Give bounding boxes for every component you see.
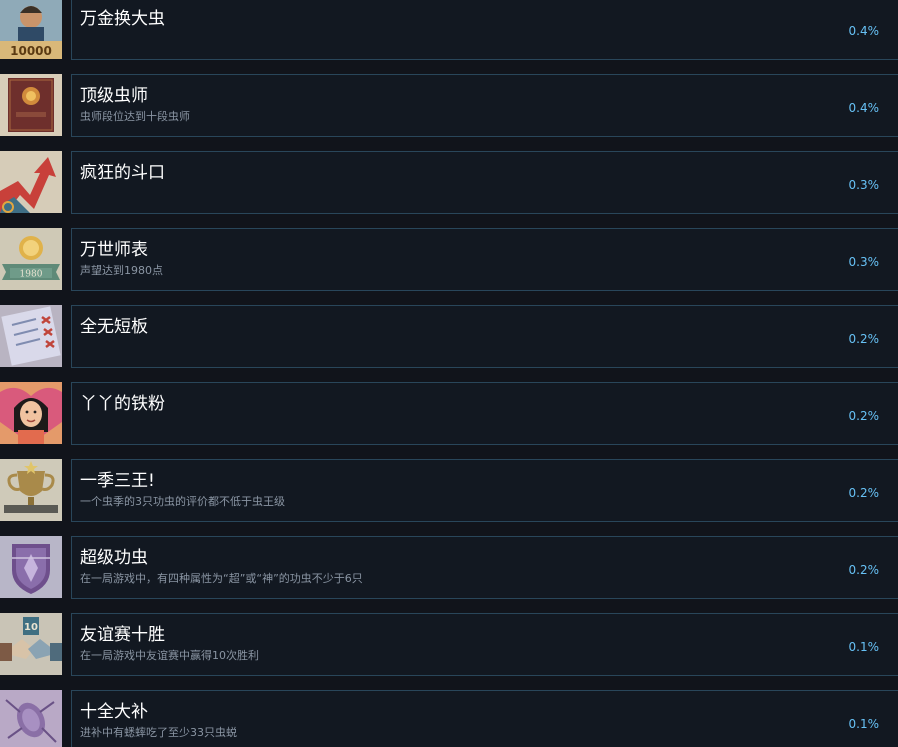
achievement-panel: 全无短板 0.2%: [71, 305, 898, 368]
achievement-description: 声望达到1980点: [80, 264, 163, 277]
svg-text:10: 10: [24, 622, 38, 633]
achievement-row[interactable]: 超级功虫 在一局游戏中，有四种属性为“超”或“神”的功虫不少于6只 0.2%: [0, 536, 898, 599]
achievement-row[interactable]: 十全大补 进补中有蟋蟀吃了至少33只虫蜕 0.1%: [0, 690, 898, 747]
achievement-description: 在一局游戏中友谊赛中赢得10次胜利: [80, 649, 259, 662]
achievement-row[interactable]: 一季三王! 一个虫季的3只功虫的评价都不低于虫王级 0.2%: [0, 459, 898, 522]
achievement-panel: 十全大补 进补中有蟋蟀吃了至少33只虫蜕 0.1%: [71, 690, 898, 747]
achievement-panel: 一季三王! 一个虫季的3只功虫的评价都不低于虫王级 0.2%: [71, 459, 898, 522]
achievement-panel: 万世师表 声望达到1980点 0.3%: [71, 228, 898, 291]
achievement-unlock-percent: 0.4%: [848, 24, 880, 38]
achievement-title: 十全大补: [80, 702, 148, 722]
achievement-panel: 丫丫的铁粉 0.2%: [71, 382, 898, 445]
achievement-description: 在一局游戏中，有四种属性为“超”或“神”的功虫不少于6只: [80, 572, 363, 585]
achievement-title: 万金换大虫: [80, 9, 165, 29]
achievement-description: 进补中有蟋蟀吃了至少33只虫蜕: [80, 726, 237, 739]
achievement-title: 超级功虫: [80, 548, 148, 568]
achievement-unlock-percent: 0.2%: [848, 332, 880, 346]
trophy-icon: [0, 459, 62, 521]
achievement-row[interactable]: 1980 万世师表 声望达到1980点 0.3%: [0, 228, 898, 291]
rising-arrow-icon: [0, 151, 62, 213]
achievement-unlock-percent: 0.3%: [848, 255, 880, 269]
achievement-panel: 万金换大虫 0.4%: [71, 0, 898, 60]
achievement-list: 10000 万金换大虫 0.4% 顶级虫师 虫师段位达到十段虫师 0.4% 疯狂…: [0, 0, 898, 747]
girl-portrait-icon: [0, 382, 62, 444]
svg-text:1980: 1980: [20, 270, 43, 280]
checklist-icon: [0, 305, 62, 367]
achievement-panel: 友谊赛十胜 在一局游戏中友谊赛中赢得10次胜利 0.1%: [71, 613, 898, 676]
shield-crest-icon: [0, 536, 62, 598]
achievement-row[interactable]: 顶级虫师 虫师段位达到十段虫师 0.4%: [0, 74, 898, 137]
achievement-row[interactable]: 疯狂的斗口 0.3%: [0, 151, 898, 214]
book-icon: [0, 74, 62, 136]
achievement-description: 虫师段位达到十段虫师: [80, 110, 190, 123]
achievement-unlock-percent: 0.1%: [848, 640, 880, 654]
achievement-description: 一个虫季的3只功虫的评价都不低于虫王级: [80, 495, 285, 508]
achievement-title: 丫丫的铁粉: [80, 394, 165, 414]
medal-ribbon-icon: 1980: [0, 228, 62, 290]
svg-text:10000: 10000: [10, 44, 52, 58]
achievement-unlock-percent: 0.4%: [848, 101, 880, 115]
achievement-unlock-percent: 0.1%: [848, 717, 880, 731]
achievement-title: 顶级虫师: [80, 86, 148, 106]
achievement-row[interactable]: 丫丫的铁粉 0.2%: [0, 382, 898, 445]
achievement-panel: 顶级虫师 虫师段位达到十段虫师 0.4%: [71, 74, 898, 137]
handshake-icon: 10: [0, 613, 62, 675]
achievement-unlock-percent: 0.2%: [848, 409, 880, 423]
achievement-title: 疯狂的斗口: [80, 163, 165, 183]
achievement-row[interactable]: 10 友谊赛十胜 在一局游戏中友谊赛中赢得10次胜利 0.1%: [0, 613, 898, 676]
achievement-panel: 超级功虫 在一局游戏中，有四种属性为“超”或“神”的功虫不少于6只 0.2%: [71, 536, 898, 599]
achievement-panel: 疯狂的斗口 0.3%: [71, 151, 898, 214]
achievement-title: 全无短板: [80, 317, 148, 337]
achievement-unlock-percent: 0.2%: [848, 486, 880, 500]
achievement-title: 友谊赛十胜: [80, 625, 165, 645]
achievement-row[interactable]: 全无短板 0.2%: [0, 305, 898, 368]
achievement-title: 万世师表: [80, 240, 148, 260]
achievement-row[interactable]: 10000 万金换大虫 0.4%: [0, 0, 898, 60]
money-man-icon: 10000: [0, 0, 62, 59]
achievement-unlock-percent: 0.3%: [848, 178, 880, 192]
achievement-unlock-percent: 0.2%: [848, 563, 880, 577]
achievement-title: 一季三王!: [80, 471, 155, 491]
cricket-shell-icon: [0, 690, 62, 747]
